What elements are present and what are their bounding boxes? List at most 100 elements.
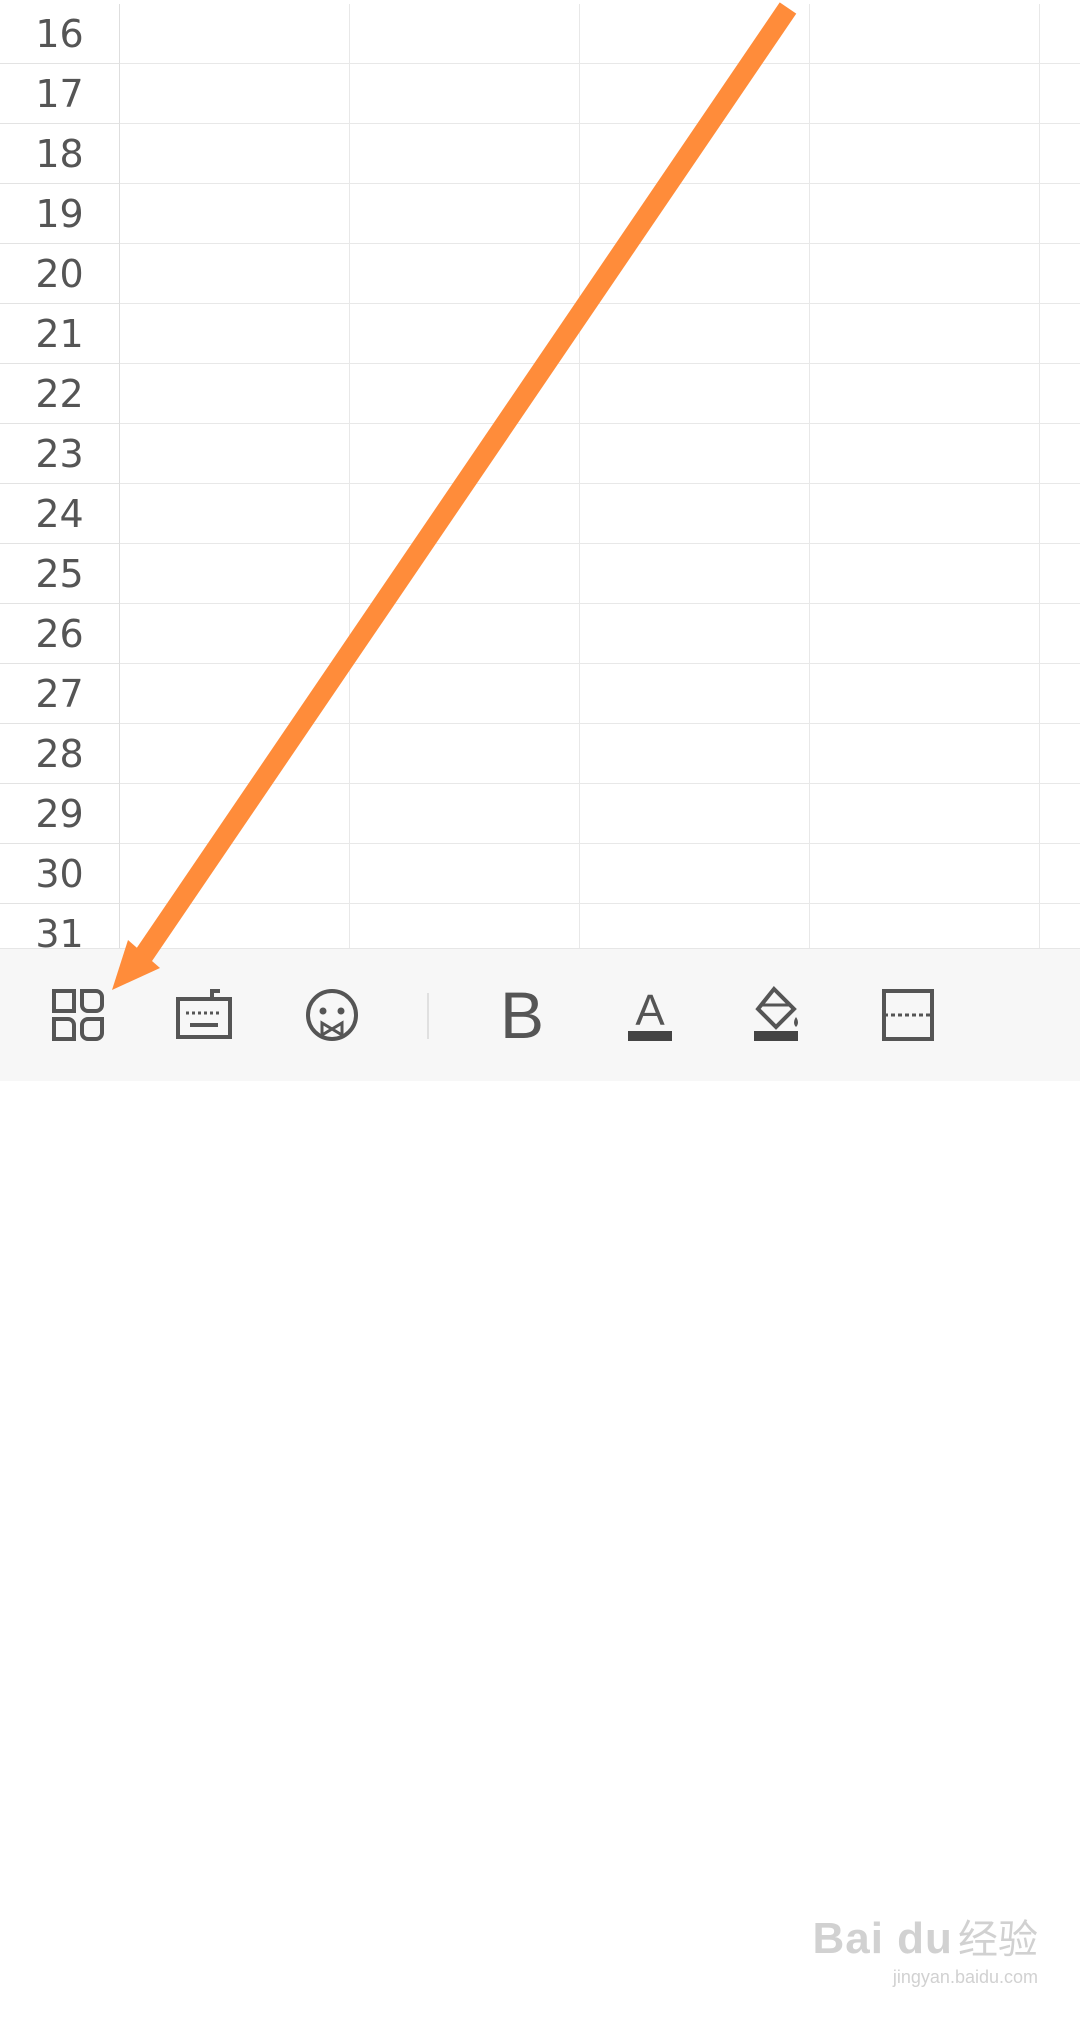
border-button[interactable] <box>872 979 944 1051</box>
cell[interactable] <box>1040 724 1080 784</box>
row-header[interactable]: 20 <box>0 244 120 304</box>
cell[interactable] <box>350 64 580 124</box>
cell[interactable] <box>810 244 1040 304</box>
cell[interactable] <box>580 4 810 64</box>
emoji-button[interactable] <box>296 979 368 1051</box>
cell[interactable] <box>120 64 350 124</box>
cell[interactable] <box>580 724 810 784</box>
cell[interactable] <box>120 4 350 64</box>
cell[interactable] <box>580 124 810 184</box>
cell[interactable] <box>580 424 810 484</box>
row-header[interactable]: 18 <box>0 124 120 184</box>
row-header[interactable]: 30 <box>0 844 120 904</box>
cell[interactable] <box>1040 784 1080 844</box>
cell[interactable] <box>1040 244 1080 304</box>
cell[interactable] <box>580 544 810 604</box>
cell[interactable] <box>1040 424 1080 484</box>
cell[interactable] <box>120 304 350 364</box>
cell[interactable] <box>580 784 810 844</box>
cell[interactable] <box>1040 4 1080 64</box>
cell[interactable] <box>1040 604 1080 664</box>
cell[interactable] <box>120 664 350 724</box>
cell[interactable] <box>810 64 1040 124</box>
cell[interactable] <box>580 304 810 364</box>
cell[interactable] <box>580 844 810 904</box>
cell[interactable] <box>580 484 810 544</box>
cell[interactable] <box>120 724 350 784</box>
cell[interactable] <box>120 784 350 844</box>
cell[interactable] <box>350 184 580 244</box>
cell[interactable] <box>1040 124 1080 184</box>
cell[interactable] <box>810 904 1040 948</box>
cell[interactable] <box>810 604 1040 664</box>
font-color-button[interactable]: A <box>614 979 686 1051</box>
row-header[interactable]: 24 <box>0 484 120 544</box>
row-header[interactable]: 31 <box>0 904 120 948</box>
row-header[interactable]: 16 <box>0 4 120 64</box>
spreadsheet-grid[interactable]: 16 17 18 19 20 21 22 23 24 25 26 27 28 29 30 31 <box>0 0 1080 948</box>
cell[interactable] <box>810 544 1040 604</box>
cell[interactable] <box>810 304 1040 364</box>
cell[interactable] <box>580 184 810 244</box>
cell[interactable] <box>810 844 1040 904</box>
cell[interactable] <box>1040 304 1080 364</box>
cell[interactable] <box>350 604 580 664</box>
cell[interactable] <box>350 364 580 424</box>
cell[interactable] <box>810 4 1040 64</box>
cell[interactable] <box>1040 544 1080 604</box>
cell[interactable] <box>350 244 580 304</box>
cell[interactable] <box>350 304 580 364</box>
cell[interactable] <box>1040 664 1080 724</box>
cell[interactable] <box>350 4 580 64</box>
cell[interactable] <box>580 904 810 948</box>
keyboard-button[interactable] <box>168 979 240 1051</box>
row-header[interactable]: 28 <box>0 724 120 784</box>
row-header[interactable]: 25 <box>0 544 120 604</box>
cell[interactable] <box>350 424 580 484</box>
cell[interactable] <box>350 484 580 544</box>
cell[interactable] <box>810 424 1040 484</box>
cell[interactable] <box>580 364 810 424</box>
cell[interactable] <box>1040 904 1080 948</box>
cell[interactable] <box>350 124 580 184</box>
cell[interactable] <box>810 364 1040 424</box>
row-header[interactable]: 23 <box>0 424 120 484</box>
cell[interactable] <box>810 484 1040 544</box>
row-header[interactable]: 27 <box>0 664 120 724</box>
row-header[interactable]: 17 <box>0 64 120 124</box>
cell[interactable] <box>120 184 350 244</box>
row-header[interactable]: 29 <box>0 784 120 844</box>
cell[interactable] <box>350 844 580 904</box>
bold-button[interactable]: B <box>486 979 558 1051</box>
apps-grid-button[interactable] <box>42 979 114 1051</box>
cell[interactable] <box>810 664 1040 724</box>
cell[interactable] <box>1040 484 1080 544</box>
cell[interactable] <box>120 424 350 484</box>
row-header[interactable]: 19 <box>0 184 120 244</box>
cell[interactable] <box>120 364 350 424</box>
cell[interactable] <box>1040 184 1080 244</box>
cell[interactable] <box>350 724 580 784</box>
cell[interactable] <box>810 184 1040 244</box>
cell[interactable] <box>350 664 580 724</box>
cell[interactable] <box>120 604 350 664</box>
cell[interactable] <box>1040 844 1080 904</box>
cell[interactable] <box>120 124 350 184</box>
row-header[interactable]: 22 <box>0 364 120 424</box>
cell[interactable] <box>1040 64 1080 124</box>
cell[interactable] <box>350 904 580 948</box>
row-header[interactable]: 26 <box>0 604 120 664</box>
cell[interactable] <box>810 784 1040 844</box>
cell[interactable] <box>350 544 580 604</box>
cell[interactable] <box>1040 364 1080 424</box>
cell[interactable] <box>120 904 350 948</box>
cell[interactable] <box>350 784 580 844</box>
cell[interactable] <box>120 844 350 904</box>
cell[interactable] <box>580 664 810 724</box>
cell[interactable] <box>810 724 1040 784</box>
cell[interactable] <box>810 124 1040 184</box>
fill-color-button[interactable] <box>740 979 812 1051</box>
cell[interactable] <box>580 244 810 304</box>
cell[interactable] <box>120 244 350 304</box>
cell[interactable] <box>580 64 810 124</box>
